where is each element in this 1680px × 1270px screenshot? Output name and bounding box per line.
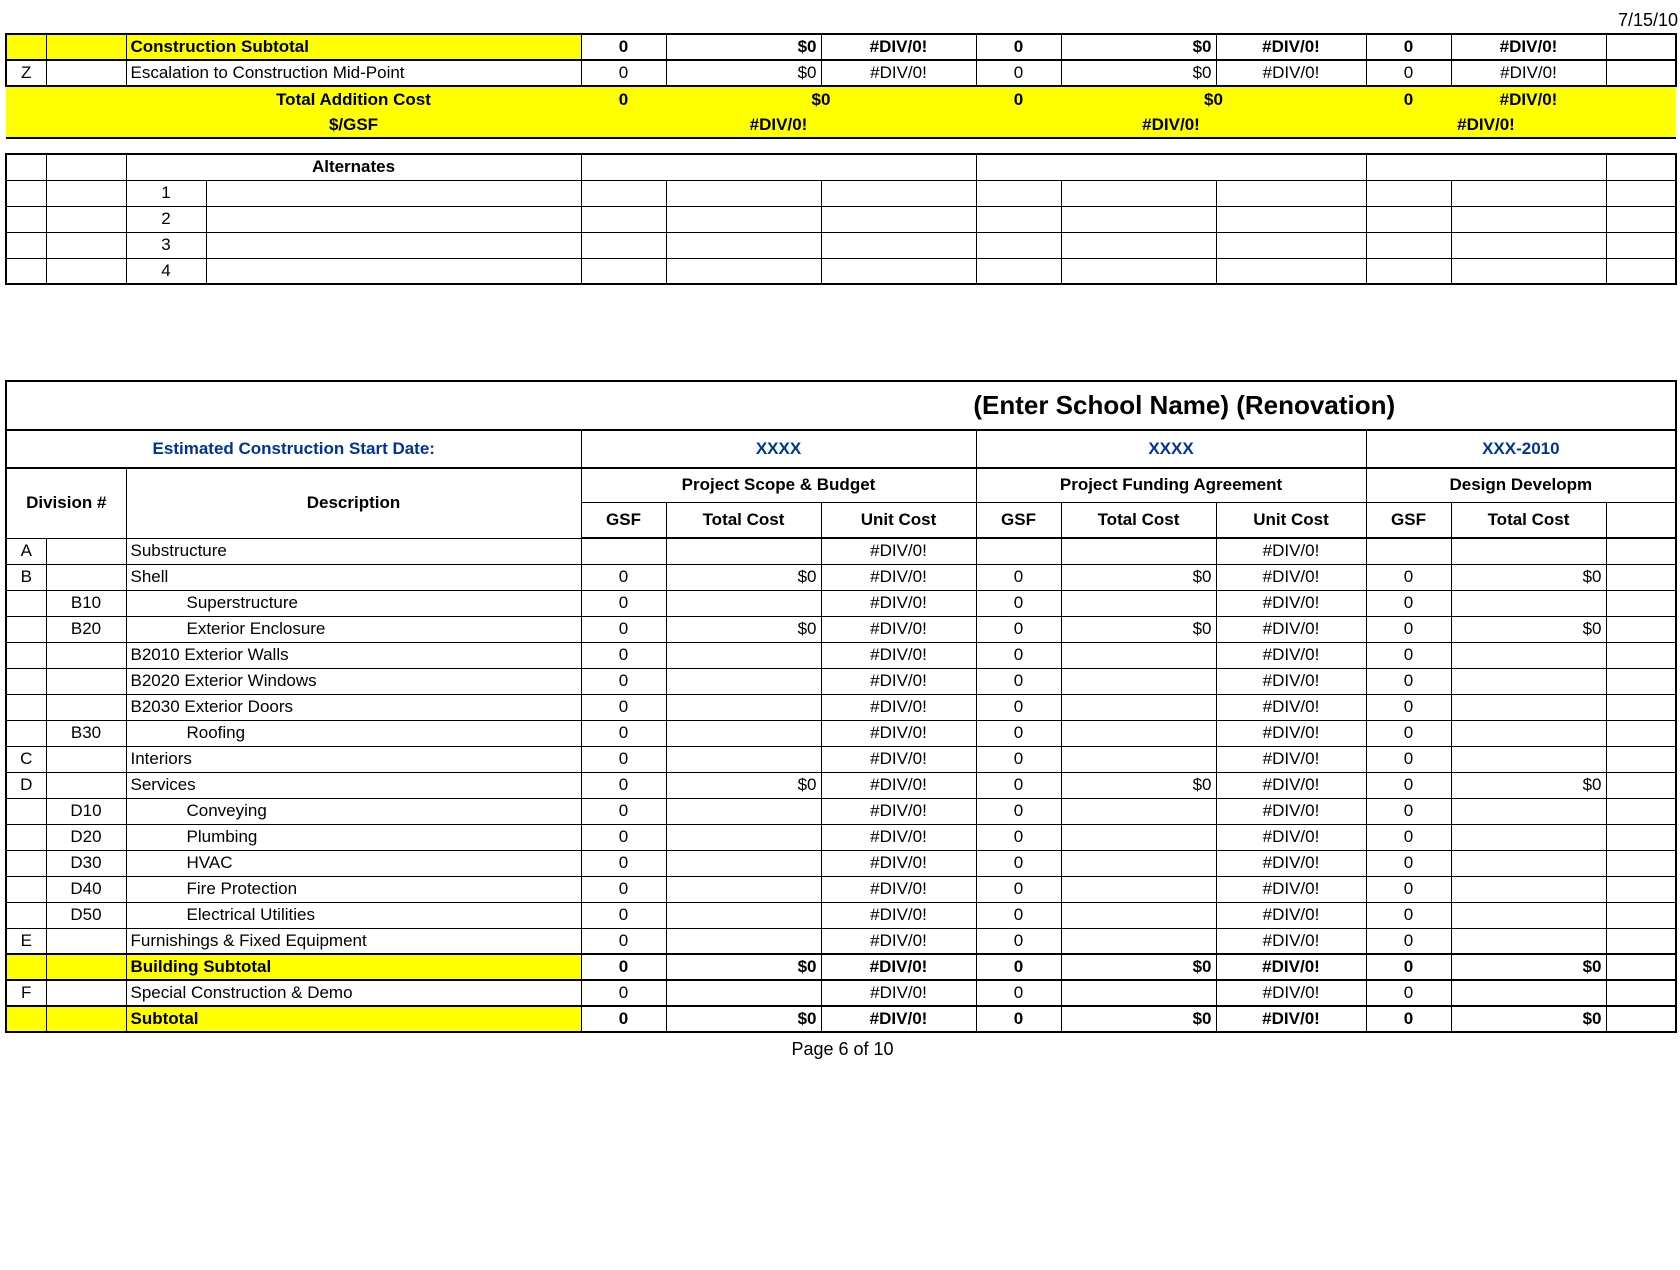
table-row: B30Roofing0#DIV/0!0#DIV/0!0 xyxy=(6,720,1676,746)
table-row: D40Fire Protection0#DIV/0!0#DIV/0!0 xyxy=(6,876,1676,902)
alternates-row-4: 4 xyxy=(6,258,1676,284)
col-gsf-3: GSF xyxy=(1366,502,1451,538)
col-division: Division # xyxy=(6,468,126,538)
col-totalcost-2: Total Cost xyxy=(1061,502,1216,538)
renovation-title: (Enter School Name) (Renovation) xyxy=(6,381,1676,430)
table-row: B2030 Exterior Doors0#DIV/0!0#DIV/0!0 xyxy=(6,694,1676,720)
col-unitcost-2: Unit Cost xyxy=(1216,502,1366,538)
alternates-table: Alternates 1 2 3 4 xyxy=(5,153,1677,285)
table-row: ASubstructure#DIV/0!#DIV/0! xyxy=(6,538,1676,564)
start-date-label: Estimated Construction Start Date: xyxy=(6,430,581,468)
alternates-header-row: Alternates xyxy=(6,154,1676,180)
special-construction-row: F Special Construction & Demo 0#DIV/0! 0… xyxy=(6,980,1676,1006)
table-row: D30HVAC0#DIV/0!0#DIV/0!0 xyxy=(6,850,1676,876)
group-design-dev: Design Developm xyxy=(1366,468,1676,502)
per-gsf-row: $/GSF #DIV/0! #DIV/0! #DIV/0! xyxy=(6,112,1676,138)
table-row: B20Exterior Enclosure0$0#DIV/0!0$0#DIV/0… xyxy=(6,616,1676,642)
col-unitcost-1: Unit Cost xyxy=(821,502,976,538)
col-gsf-1: GSF xyxy=(581,502,666,538)
col-totalcost-1: Total Cost xyxy=(666,502,821,538)
subtotal-row: Subtotal 0 $0 #DIV/0! 0 $0 #DIV/0! 0 $0 xyxy=(6,1006,1676,1032)
col-gsf-2: GSF xyxy=(976,502,1061,538)
table-row: D50Electrical Utilities0#DIV/0!0#DIV/0!0 xyxy=(6,902,1676,928)
renovation-table: (Enter School Name) (Renovation) Estimat… xyxy=(5,380,1677,1033)
phase3-date: XXX-2010 xyxy=(1366,430,1676,468)
table-row: B2010 Exterior Walls0#DIV/0!0#DIV/0!0 xyxy=(6,642,1676,668)
escalation-row: Z Escalation to Construction Mid-Point 0… xyxy=(6,60,1676,86)
total-addition-row: Total Addition Cost 0 $0 0 $0 0 #DIV/0! xyxy=(6,86,1676,112)
col-description: Description xyxy=(126,468,581,538)
table-row: BShell0$0#DIV/0!0$0#DIV/0!0$0 xyxy=(6,564,1676,590)
summary-table: Construction Subtotal 0 $0 #DIV/0! 0 $0 … xyxy=(5,33,1677,139)
print-date: 7/15/10 xyxy=(5,10,1680,31)
alternates-row-1: 1 xyxy=(6,180,1676,206)
building-subtotal-row: Building Subtotal 0 $0 #DIV/0! 0 $0 #DIV… xyxy=(6,954,1676,980)
table-row: EFurnishings & Fixed Equipment0#DIV/0!0#… xyxy=(6,928,1676,954)
table-row: B10Superstructure0#DIV/0!0#DIV/0!0 xyxy=(6,590,1676,616)
table-row: DServices0$0#DIV/0!0$0#DIV/0!0$0 xyxy=(6,772,1676,798)
group-scope-budget: Project Scope & Budget xyxy=(581,468,976,502)
group-funding-agreement: Project Funding Agreement xyxy=(976,468,1366,502)
page-footer: Page 6 of 10 xyxy=(5,1039,1680,1060)
table-row: D20Plumbing0#DIV/0!0#DIV/0!0 xyxy=(6,824,1676,850)
alternates-row-2: 2 xyxy=(6,206,1676,232)
table-row: CInteriors0#DIV/0!0#DIV/0!0 xyxy=(6,746,1676,772)
phase1-date: XXXX xyxy=(581,430,976,468)
construction-subtotal-row: Construction Subtotal 0 $0 #DIV/0! 0 $0 … xyxy=(6,34,1676,60)
table-row: B2020 Exterior Windows0#DIV/0!0#DIV/0!0 xyxy=(6,668,1676,694)
phase2-date: XXXX xyxy=(976,430,1366,468)
alternates-row-3: 3 xyxy=(6,232,1676,258)
col-totalcost-3: Total Cost xyxy=(1451,502,1606,538)
table-row: D10Conveying0#DIV/0!0#DIV/0!0 xyxy=(6,798,1676,824)
